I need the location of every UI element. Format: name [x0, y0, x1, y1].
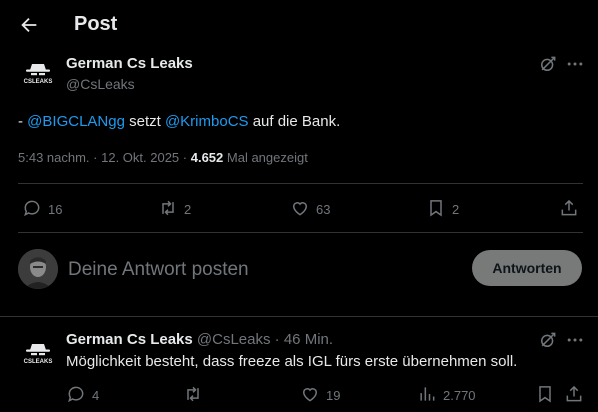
like-count: 63 — [316, 202, 331, 217]
bookmark-count: 2 — [452, 202, 460, 217]
reply-views-count: 2.770 — [443, 388, 476, 403]
divider — [18, 232, 583, 233]
reply-more-icon[interactable] — [565, 330, 585, 350]
author-name[interactable]: German Cs Leaks — [66, 55, 193, 72]
reply-like-count: 19 — [326, 388, 341, 403]
mention-bigclangg[interactable]: @BIGCLANgg — [27, 113, 125, 130]
reply-views-action[interactable]: 2.770 — [417, 384, 476, 407]
like-icon — [290, 198, 310, 221]
repost-icon — [158, 198, 178, 221]
reply-separator: · — [270, 331, 284, 348]
avatar-logo-text: CSLEAKS — [24, 79, 53, 85]
user-avatar[interactable] — [18, 249, 58, 289]
bookmark-icon — [426, 198, 446, 221]
reply-icon — [66, 384, 86, 407]
repost-action[interactable]: 2 — [158, 198, 191, 221]
reply-reply-count: 4 — [92, 388, 100, 403]
reply-action[interactable]: 16 — [22, 198, 62, 221]
avatar[interactable]: CSLEAKS — [18, 54, 58, 94]
post-time[interactable]: 5:43 nachm. — [18, 150, 90, 165]
reply-header: German Cs Leaks @CsLeaks · 46 Min. — [66, 331, 333, 348]
views-icon — [417, 384, 437, 407]
like-action[interactable]: 63 — [290, 198, 330, 221]
reply-time[interactable]: 46 Min. — [284, 331, 333, 348]
like-icon — [300, 384, 320, 407]
post-text-suffix: auf die Bank. — [248, 113, 341, 130]
views-count: 4.652 — [190, 150, 224, 165]
reply-button[interactable]: Antworten — [472, 250, 582, 286]
post-text-mid: setzt — [124, 113, 165, 130]
meta-separator: · — [89, 150, 102, 165]
reply-share-action[interactable] — [564, 384, 584, 407]
back-arrow-icon[interactable] — [18, 14, 40, 36]
reply-reply-action[interactable]: 4 — [66, 384, 99, 407]
post-meta: 5:43 nachm. · 12. Okt. 2025 · 4.652 Mal … — [18, 150, 308, 165]
divider — [0, 316, 598, 317]
top-bar: Post — [0, 0, 598, 50]
reply-count: 16 — [48, 202, 63, 217]
reply-author-handle[interactable]: @CsLeaks — [197, 331, 271, 348]
share-icon — [564, 384, 584, 407]
grok-icon[interactable] — [538, 54, 558, 74]
bookmark-action[interactable]: 2 — [426, 198, 459, 221]
reply-bookmark-action[interactable] — [535, 384, 555, 407]
meta-separator: · — [179, 150, 191, 165]
reply-avatar-logo-text: CSLEAKS — [24, 359, 53, 365]
reply-repost-action[interactable] — [183, 384, 209, 407]
reply-author-avatar[interactable]: CSLEAKS — [18, 334, 58, 374]
reply-like-action[interactable]: 19 — [300, 384, 340, 407]
post-text: - @BIGCLANgg setzt @KrimboCS auf die Ban… — [18, 112, 340, 132]
post-text-prefix: - — [18, 113, 28, 130]
repost-count: 2 — [184, 202, 192, 217]
divider — [18, 183, 583, 184]
reply-grok-icon[interactable] — [538, 330, 558, 350]
share-icon — [559, 198, 579, 221]
reply-author-name[interactable]: German Cs Leaks — [66, 331, 193, 348]
mention-krimbocs[interactable]: @KrimboCS — [165, 113, 249, 130]
reply-icon — [22, 198, 42, 221]
reply-input[interactable]: Deine Antwort posten — [68, 259, 249, 281]
post-date[interactable]: 12. Okt. 2025 — [101, 150, 179, 165]
views-label: Mal angezeigt — [223, 150, 308, 165]
share-action[interactable] — [559, 198, 579, 221]
author-handle[interactable]: @CsLeaks — [66, 76, 135, 92]
more-icon[interactable] — [565, 54, 585, 74]
repost-icon — [183, 384, 203, 407]
bookmark-icon — [535, 384, 555, 407]
reply-text: Möglichkeit besteht, dass freeze als IGL… — [66, 353, 518, 370]
page-title: Post — [74, 13, 118, 35]
